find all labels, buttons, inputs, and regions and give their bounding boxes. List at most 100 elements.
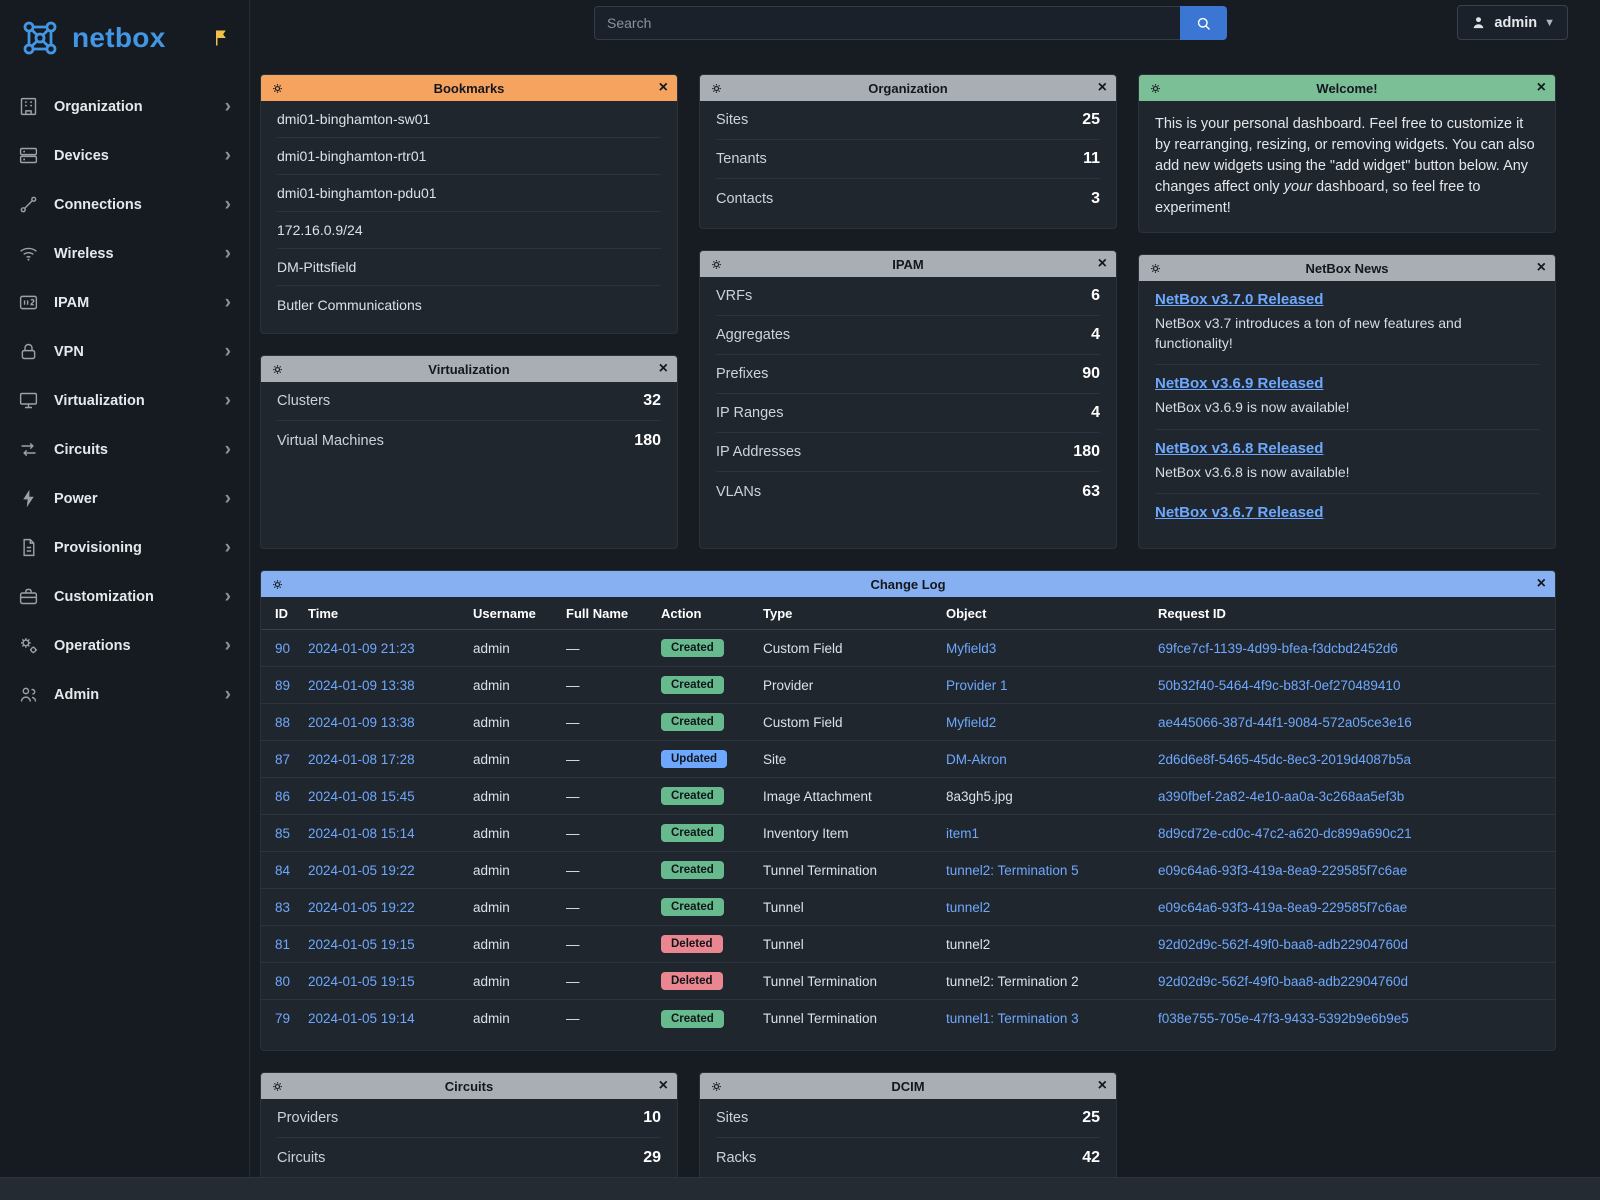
change-time-link[interactable]: 2024-01-08 15:14	[308, 826, 473, 841]
widget-config-icon[interactable]	[709, 257, 729, 272]
stat-row[interactable]: Contacts 3	[716, 179, 1100, 218]
bookmark-item[interactable]: dmi01-binghamton-sw01	[277, 101, 661, 138]
change-time-link[interactable]: 2024-01-09 13:38	[308, 715, 473, 730]
change-request-id-link[interactable]: 92d02d9c-562f-49f0-baa8-adb22904760d	[1158, 937, 1541, 952]
sidebar-item-operations[interactable]: Operations ›	[0, 621, 249, 670]
change-request-id-link[interactable]: 2d6d6e8f-5465-45dc-8ec3-2019d4087b5a	[1158, 752, 1541, 767]
change-request-id-link[interactable]: e09c64a6-93f3-419a-8ea9-229585f7c6ae	[1158, 900, 1541, 915]
bookmark-item[interactable]: dmi01-binghamton-pdu01	[277, 175, 661, 212]
sidebar-item-customization[interactable]: Customization ›	[0, 572, 249, 621]
sidebar-item-power[interactable]: Power ›	[0, 474, 249, 523]
stat-row[interactable]: Sites 25	[716, 1099, 1100, 1138]
widget-close-icon[interactable]: ×	[1087, 256, 1107, 272]
stat-row[interactable]: Tenants 11	[716, 140, 1100, 179]
sidebar-item-wireless[interactable]: Wireless ›	[0, 229, 249, 278]
change-request-id-link[interactable]: a390fbef-2a82-4e10-aa0a-3c268aa5ef3b	[1158, 789, 1541, 804]
news-headline-link[interactable]: NetBox v3.7.0 Released	[1155, 291, 1539, 308]
widget-config-icon[interactable]	[709, 81, 729, 96]
widget-close-icon[interactable]: ×	[1526, 576, 1546, 592]
stat-row[interactable]: Providers 10	[277, 1099, 661, 1138]
change-time-link[interactable]: 2024-01-08 17:28	[308, 752, 473, 767]
change-id-link[interactable]: 83	[275, 900, 308, 915]
change-request-id-link[interactable]: f038e755-705e-47f3-9433-5392b9e6b9e5	[1158, 1011, 1541, 1026]
bookmark-item[interactable]: dmi01-binghamton-rtr01	[277, 138, 661, 175]
change-request-id-link[interactable]: 8d9cd72e-cd0c-47c2-a620-dc899a690c21	[1158, 826, 1541, 841]
sidebar-item-circuits[interactable]: Circuits ›	[0, 425, 249, 474]
change-id-link[interactable]: 87	[275, 752, 308, 767]
change-time-link[interactable]: 2024-01-05 19:14	[308, 1011, 473, 1026]
change-object-link[interactable]: item1	[946, 826, 1158, 841]
news-headline-link[interactable]: NetBox v3.6.8 Released	[1155, 440, 1539, 457]
stat-row[interactable]: Clusters 32	[277, 382, 661, 421]
widget-close-icon[interactable]: ×	[1087, 80, 1107, 96]
change-request-id-link[interactable]: 69fce7cf-1139-4d99-bfea-f3dcbd2452d6	[1158, 641, 1541, 656]
stat-row[interactable]: Racks 42	[716, 1138, 1100, 1177]
widget-config-icon[interactable]	[1148, 81, 1168, 96]
bookmark-item[interactable]: Butler Communications	[277, 286, 661, 323]
change-request-id-link[interactable]: 50b32f40-5464-4f9c-b83f-0ef270489410	[1158, 678, 1541, 693]
widget-config-icon[interactable]	[1148, 261, 1168, 276]
change-time-link[interactable]: 2024-01-08 15:45	[308, 789, 473, 804]
news-headline-link[interactable]: NetBox v3.6.7 Released	[1155, 504, 1539, 521]
sidebar-item-ipam[interactable]: IPAM ›	[0, 278, 249, 327]
change-id-link[interactable]: 85	[275, 826, 308, 841]
stat-row[interactable]: IP Ranges 4	[716, 394, 1100, 433]
widget-close-icon[interactable]: ×	[1526, 80, 1546, 96]
change-id-link[interactable]: 79	[275, 1011, 308, 1026]
change-time-link[interactable]: 2024-01-09 13:38	[308, 678, 473, 693]
sidebar-item-devices[interactable]: Devices ›	[0, 131, 249, 180]
change-time-link[interactable]: 2024-01-05 19:22	[308, 900, 473, 915]
change-time-link[interactable]: 2024-01-05 19:15	[308, 937, 473, 952]
change-id-link[interactable]: 80	[275, 974, 308, 989]
stat-row[interactable]: Aggregates 4	[716, 316, 1100, 355]
stat-row[interactable]: Prefixes 90	[716, 355, 1100, 394]
change-id-link[interactable]: 84	[275, 863, 308, 878]
sidebar-item-connections[interactable]: Connections ›	[0, 180, 249, 229]
stat-row[interactable]: Circuits 29	[277, 1138, 661, 1177]
sidebar-item-provisioning[interactable]: Provisioning ›	[0, 523, 249, 572]
change-id-link[interactable]: 90	[275, 641, 308, 656]
sidebar-item-admin[interactable]: Admin ›	[0, 670, 249, 719]
sidebar-item-organization[interactable]: Organization ›	[0, 82, 249, 131]
change-id-link[interactable]: 89	[275, 678, 308, 693]
change-id-link[interactable]: 81	[275, 937, 308, 952]
change-id-link[interactable]: 88	[275, 715, 308, 730]
search-input[interactable]	[594, 6, 1180, 40]
stat-row[interactable]: Sites 25	[716, 101, 1100, 140]
change-object-link[interactable]: tunnel2: Termination 5	[946, 863, 1158, 878]
sidebar-pin-icon[interactable]	[213, 29, 231, 47]
stat-row[interactable]: IP Addresses 180	[716, 433, 1100, 472]
change-id-link[interactable]: 86	[275, 789, 308, 804]
sidebar-item-vpn[interactable]: VPN ›	[0, 327, 249, 376]
widget-close-icon[interactable]: ×	[648, 80, 668, 96]
widget-config-icon[interactable]	[270, 1079, 290, 1094]
search-button[interactable]	[1180, 6, 1227, 40]
change-time-link[interactable]: 2024-01-05 19:22	[308, 863, 473, 878]
widget-close-icon[interactable]: ×	[1087, 1078, 1107, 1094]
change-object-link[interactable]: DM-Akron	[946, 752, 1158, 767]
change-object-link[interactable]: Myfield3	[946, 641, 1158, 656]
widget-config-icon[interactable]	[270, 577, 290, 592]
stat-row[interactable]: Virtual Machines 180	[277, 421, 661, 460]
widget-config-icon[interactable]	[270, 362, 290, 377]
stat-row[interactable]: VRFs 6	[716, 277, 1100, 316]
change-request-id-link[interactable]: 92d02d9c-562f-49f0-baa8-adb22904760d	[1158, 974, 1541, 989]
change-object-link[interactable]: tunnel2	[946, 937, 1158, 952]
change-object-link[interactable]: tunnel1: Termination 3	[946, 1011, 1158, 1026]
news-headline-link[interactable]: NetBox v3.6.9 Released	[1155, 375, 1539, 392]
widget-close-icon[interactable]: ×	[1526, 260, 1546, 276]
bookmark-item[interactable]: 172.16.0.9/24	[277, 212, 661, 249]
stat-row[interactable]: VLANs 63	[716, 472, 1100, 511]
change-request-id-link[interactable]: e09c64a6-93f3-419a-8ea9-229585f7c6ae	[1158, 863, 1541, 878]
widget-close-icon[interactable]: ×	[648, 1078, 668, 1094]
change-time-link[interactable]: 2024-01-05 19:15	[308, 974, 473, 989]
sidebar-item-virtualization[interactable]: Virtualization ›	[0, 376, 249, 425]
change-request-id-link[interactable]: ae445066-387d-44f1-9084-572a05ce3e16	[1158, 715, 1541, 730]
widget-close-icon[interactable]: ×	[648, 361, 668, 377]
change-object-link[interactable]: tunnel2	[946, 900, 1158, 915]
change-object-link[interactable]: 8a3gh5.jpg	[946, 789, 1158, 804]
change-object-link[interactable]: Myfield2	[946, 715, 1158, 730]
bookmark-item[interactable]: DM-Pittsfield	[277, 249, 661, 286]
widget-config-icon[interactable]	[709, 1079, 729, 1094]
brand-home-link[interactable]: netbox	[0, 0, 249, 76]
